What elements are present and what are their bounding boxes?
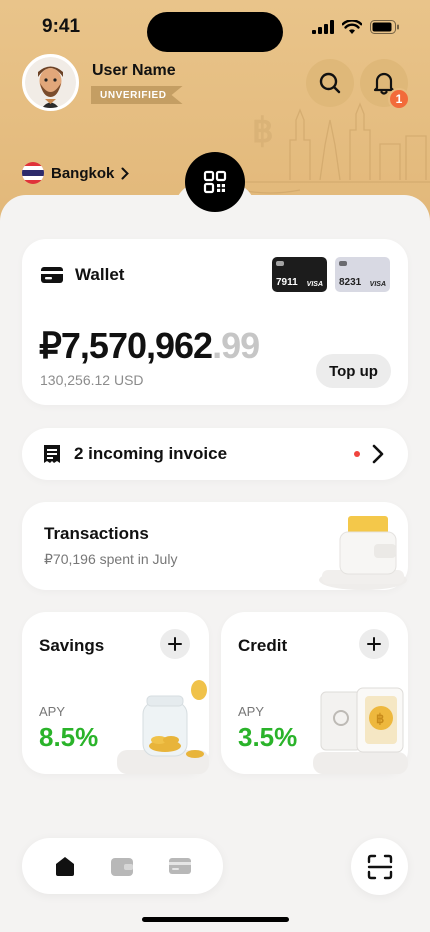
location-selector[interactable]: Bangkok	[22, 162, 130, 184]
card-chip-icon	[339, 261, 347, 266]
wallet-header: Wallet	[41, 265, 124, 285]
card-network: VISA	[369, 281, 386, 288]
search-button[interactable]	[306, 59, 354, 107]
unread-indicator	[354, 451, 360, 457]
search-icon	[319, 72, 341, 94]
transactions-card[interactable]: Transactions ₽70,196 spent in July	[22, 502, 408, 590]
user-name: User Name	[92, 62, 176, 79]
savings-apy-value: 8.5%	[39, 722, 99, 752]
add-savings-button[interactable]	[160, 629, 190, 659]
location-label: Bangkok	[51, 164, 115, 182]
invoice-label: 2 incoming invoice	[74, 444, 228, 463]
tab-cards[interactable]	[160, 846, 200, 886]
incoming-invoice-row[interactable]: 2 incoming invoice	[22, 428, 408, 480]
transactions-subtitle: ₽70,196 spent in July	[44, 551, 178, 567]
credit-card[interactable]: Credit APY 3.5% ฿	[221, 612, 408, 774]
credit-apy-value: 3.5%	[238, 722, 298, 752]
cellular-signal-icon	[312, 20, 334, 34]
credit-apy-label: APY	[238, 704, 265, 719]
card-last4: 8231	[339, 277, 362, 288]
wallet-card[interactable]: Wallet 7911 VISA 8231 VISA ₽7,570,962.99…	[22, 239, 408, 405]
balance-main: ₽7,570,962	[39, 325, 213, 366]
svg-text:฿: ฿	[252, 112, 274, 150]
status-badge: UNVERIFIED	[91, 86, 183, 104]
chevron-right-icon	[372, 444, 384, 464]
coin-jar-illustration	[117, 680, 209, 774]
bangkok-skyline-illustration: ฿	[230, 102, 430, 194]
wallet-icon	[41, 267, 63, 283]
receipt-icon	[44, 445, 60, 463]
notification-count-badge: 1	[388, 88, 410, 110]
balance-usd: 130,256.12 USD	[40, 372, 144, 388]
bank-card-light[interactable]: 8231 VISA	[335, 257, 390, 292]
svg-text:฿: ฿	[376, 711, 384, 726]
balance-cents: .99	[212, 325, 260, 366]
transactions-title: Transactions	[44, 524, 149, 543]
plus-icon	[168, 637, 182, 651]
savings-card[interactable]: Savings APY 8.5%	[22, 612, 209, 774]
thailand-flag-icon	[22, 162, 44, 184]
scan-icon	[367, 854, 392, 879]
wallet-icon	[111, 858, 134, 876]
bank-card-dark[interactable]: 7911 VISA	[272, 257, 327, 292]
savings-title: Savings	[39, 636, 105, 655]
wallet-balance: ₽7,570,962.99	[39, 325, 260, 367]
tab-home[interactable]	[45, 846, 85, 886]
add-credit-button[interactable]	[359, 629, 389, 659]
chevron-right-icon	[121, 167, 130, 179]
status-time: 9:41	[42, 16, 81, 37]
savings-apy-label: APY	[39, 704, 66, 719]
credit-title: Credit	[238, 636, 288, 655]
status-icons	[312, 19, 400, 35]
avatar-memoji-icon	[25, 57, 76, 108]
safe-illustration: ฿	[313, 687, 408, 774]
dynamic-island	[147, 12, 283, 52]
scan-button[interactable]	[351, 838, 408, 895]
wifi-icon	[342, 19, 362, 34]
wallet-title: Wallet	[75, 265, 125, 284]
battery-icon	[370, 20, 399, 34]
card-chip-icon	[276, 261, 284, 266]
home-icon	[55, 857, 74, 876]
card-icon	[169, 858, 192, 874]
tab-wallet[interactable]	[102, 846, 142, 886]
card-network: VISA	[306, 281, 323, 288]
qr-code-icon	[203, 170, 227, 194]
bottom-tab-bar	[22, 838, 223, 894]
card-last4: 7911	[276, 277, 298, 288]
top-up-button[interactable]: Top up	[316, 354, 391, 388]
home-indicator	[142, 917, 289, 922]
wallet-3d-illustration	[319, 516, 407, 590]
avatar[interactable]	[22, 54, 79, 111]
qr-code-button[interactable]	[185, 152, 245, 212]
plus-icon	[367, 637, 381, 651]
